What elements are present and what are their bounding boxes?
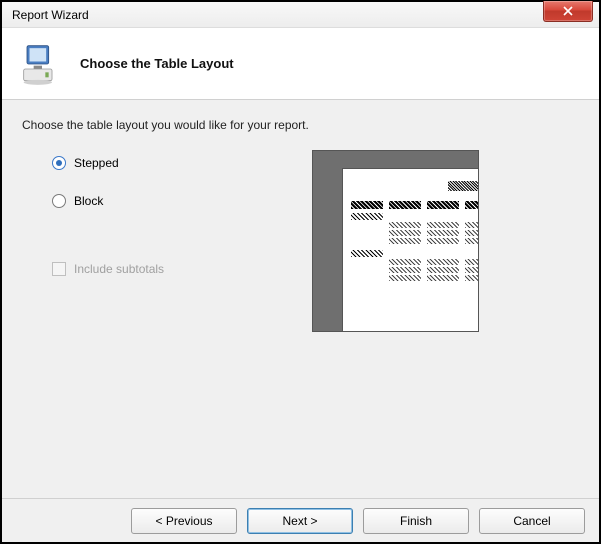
radio-icon: [52, 156, 66, 170]
radio-label: Stepped: [74, 156, 119, 170]
next-button[interactable]: Next >: [247, 508, 353, 534]
close-icon: [563, 6, 573, 16]
checkbox-label: Include subtotals: [74, 262, 164, 276]
cancel-button[interactable]: Cancel: [479, 508, 585, 534]
previous-button[interactable]: < Previous: [131, 508, 237, 534]
radio-stepped[interactable]: Stepped: [52, 156, 232, 170]
titlebar: Report Wizard: [2, 2, 599, 28]
checkbox-include-subtotals: Include subtotals: [52, 262, 232, 276]
layout-preview: [312, 150, 479, 332]
finish-button[interactable]: Finish: [363, 508, 469, 534]
window-title: Report Wizard: [12, 8, 89, 22]
header: Choose the Table Layout: [2, 28, 599, 100]
layout-options: Stepped Block Include subtotals: [52, 156, 232, 276]
radio-label: Block: [74, 194, 103, 208]
body: Choose the table layout you would like f…: [2, 100, 599, 498]
page-title: Choose the Table Layout: [80, 56, 234, 71]
radio-icon: [52, 194, 66, 208]
close-button[interactable]: [543, 1, 593, 22]
radio-block[interactable]: Block: [52, 194, 232, 208]
preview-page: [343, 169, 479, 332]
instruction-text: Choose the table layout you would like f…: [22, 118, 579, 132]
wizard-window: Report Wizard Choose the Table Layout Ch…: [2, 2, 599, 542]
footer: < Previous Next > Finish Cancel: [2, 498, 599, 542]
checkbox-icon: [52, 262, 66, 276]
computer-icon: [22, 42, 62, 86]
